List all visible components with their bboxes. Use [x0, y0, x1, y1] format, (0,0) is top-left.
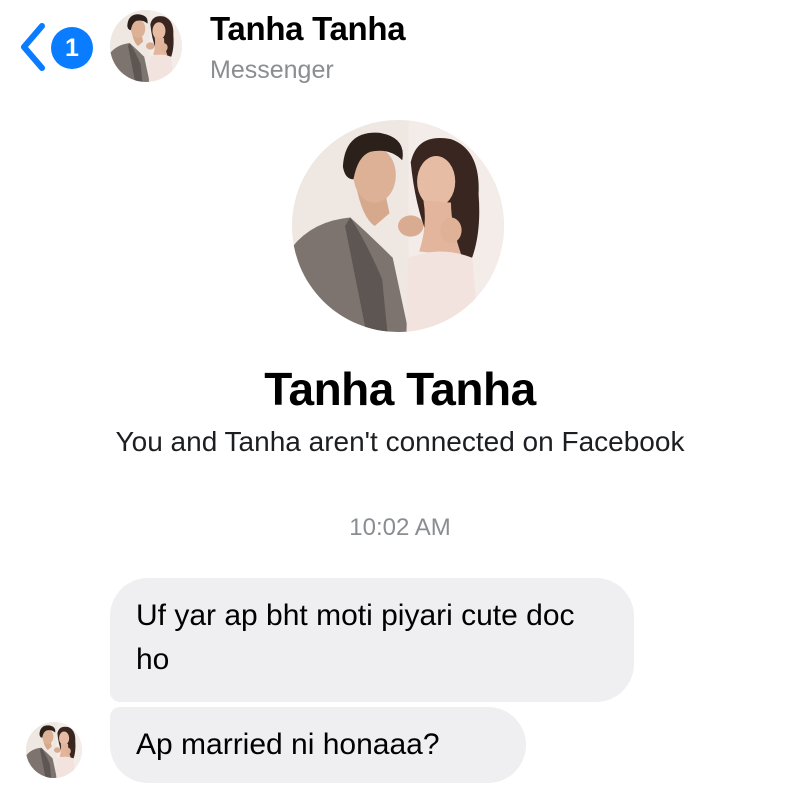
- contact-name[interactable]: Tanha Tanha: [210, 10, 406, 48]
- profile-name: Tanha Tanha: [264, 363, 536, 415]
- message-bubble[interactable]: Ap married ni honaaa?: [110, 707, 526, 783]
- back-button[interactable]: 1: [18, 20, 98, 76]
- profile-photo: [292, 120, 504, 332]
- message-bubble[interactable]: Uf yar ap bht moti piyari cute doc ho: [110, 578, 634, 702]
- unread-count-badge: 1: [51, 27, 93, 69]
- sender-avatar: [26, 722, 82, 778]
- message-timestamp: 10:02 AM: [349, 514, 451, 541]
- chevron-left-icon: [21, 23, 45, 71]
- conversation-header: 1 Tanha Tanha Messenger: [0, 0, 800, 100]
- contact-subtitle: Messenger: [210, 56, 334, 84]
- contact-avatar[interactable]: [110, 10, 182, 82]
- connection-status-text: You and Tanha aren't connected on Facebo…: [115, 426, 685, 457]
